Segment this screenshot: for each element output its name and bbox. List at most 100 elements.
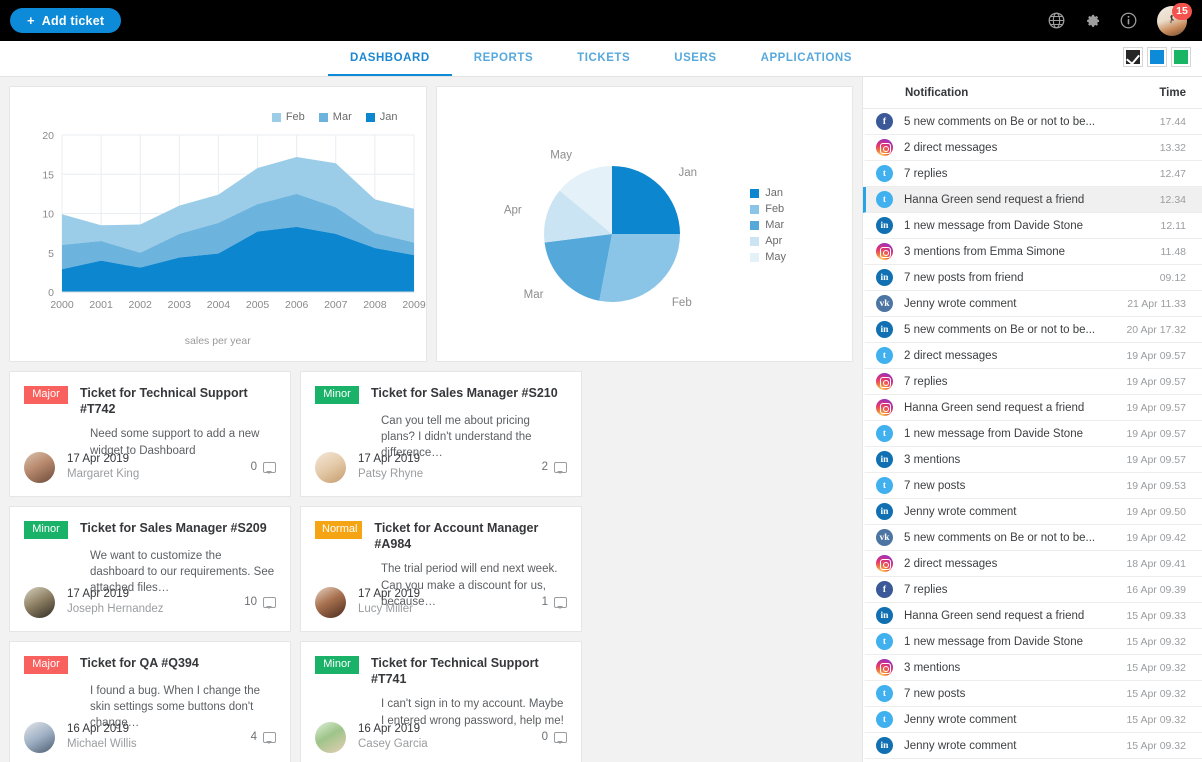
notification-row[interactable]: f7 replies16 Apr 09.39 [863,577,1202,603]
nav-tab-reports[interactable]: REPORTS [452,41,555,76]
notification-row[interactable]: in7 new posts from friend09.12 [863,265,1202,291]
ticket-author: Patsy Rhyne [358,467,423,483]
nav-tab-dashboard[interactable]: DASHBOARD [328,41,452,76]
ticket-author: Casey Garcia [358,737,428,753]
ticket-card[interactable]: MinorTicket for Technical Support #T741I… [300,641,582,762]
notification-row[interactable]: t2 direct messages19 Apr 09.57 [863,343,1202,369]
avatar[interactable]: 15 [1157,6,1187,36]
pie-legend-item-feb[interactable]: Feb [750,201,786,217]
notification-row[interactable]: t7 new posts19 Apr 09.53 [863,473,1202,499]
ticket-footer: 16 Apr 2019Michael Willis4 [24,722,276,753]
ticket-title[interactable]: Ticket for Account Manager #A984 [374,520,567,552]
ticket-header: MinorTicket for Sales Manager #S209 [24,520,276,539]
ticket-comment-count[interactable]: 10 [244,596,276,608]
gear-icon[interactable] [1083,11,1102,30]
twitter-icon: t [876,711,893,728]
ticket-author: Lucy Miller [358,602,420,618]
ticket-comment-count[interactable]: 0 [251,461,276,473]
pie-legend-item-apr[interactable]: Apr [750,233,786,249]
nav-tab-tickets[interactable]: TICKETS [555,41,652,76]
notification-row[interactable]: t1 new message from Davide Stone19 Apr 0… [863,421,1202,447]
pie-legend-item-may[interactable]: May [750,249,786,265]
notification-row[interactable]: inJenny wrote comment19 Apr 09.50 [863,499,1202,525]
twitter-icon: t [876,347,893,364]
ticket-card[interactable]: NormalTicket for Account Manager #A984Th… [300,506,582,632]
pie-legend-item-jan[interactable]: Jan [750,185,786,201]
ticket-comment-count[interactable]: 2 [542,461,567,473]
ticket-card[interactable]: MinorTicket for Sales Manager #S209We wa… [9,506,291,632]
notification-row[interactable]: f5 new comments on Be or not to be...17.… [863,109,1202,135]
pie-chart-legend: JanFebMarAprMay [750,185,786,265]
notification-time: 15 Apr 09.32 [1116,636,1186,648]
add-ticket-label: Add ticket [42,14,104,28]
ticket-comment-count[interactable]: 4 [251,731,276,743]
notification-row[interactable]: tHanna Green send request a friend12.34 [863,187,1202,213]
facebook-icon: f [876,581,893,598]
notification-row[interactable]: t7 new posts15 Apr 09.32 [863,681,1202,707]
notification-row[interactable]: vk5 new comments on Be or not to be...19… [863,525,1202,551]
notification-text: 7 replies [904,168,947,180]
nav-tab-users[interactable]: USERS [652,41,738,76]
vk-icon: vk [876,295,893,312]
notification-row[interactable]: Hanna Green send request a friend19 Apr … [863,395,1202,421]
notification-row[interactable]: inJenny wrote comment15 Apr 09.32 [863,733,1202,759]
notification-row[interactable]: 2 direct messages13.32 [863,135,1202,161]
ticket-meta: 17 Apr 2019Joseph Hernandez [67,587,164,618]
notification-text: 7 replies [904,584,947,596]
ticket-meta: 17 Apr 2019Lucy Miller [358,587,420,618]
linkedin-icon: in [876,451,893,468]
svg-text:20: 20 [42,130,54,142]
twitter-icon: t [876,165,893,182]
notification-time: 12.11 [1151,220,1187,232]
notification-row[interactable]: 7 replies19 Apr 09.57 [863,369,1202,395]
ticket-title[interactable]: Ticket for Technical Support #T742 [80,385,276,417]
ticket-title[interactable]: Ticket for Sales Manager #S210 [371,385,558,402]
add-ticket-button[interactable]: + Add ticket [10,8,121,33]
notification-row[interactable]: 2 direct messages18 Apr 09.41 [863,551,1202,577]
info-icon[interactable] [1119,11,1138,30]
ticket-comment-count[interactable]: 0 [542,731,567,743]
globe-icon[interactable] [1047,11,1066,30]
notification-row[interactable]: 3 mentions15 Apr 09.32 [863,655,1202,681]
page-body: FebMarJan 051015202000200120022003200420… [0,77,1202,762]
pie-legend-item-mar[interactable]: Mar [750,217,786,233]
notification-time: 19 Apr 09.57 [1116,376,1186,388]
notification-row[interactable]: t1 new message from Davide Stone15 Apr 0… [863,629,1202,655]
notification-row[interactable]: vkJenny wrote comment21 Apr 11.33 [863,291,1202,317]
notification-text: 7 new posts [904,480,965,492]
notification-row[interactable]: in5 new comments on Be or not to be...20… [863,317,1202,343]
notification-text: 3 mentions [904,662,960,674]
theme-black[interactable] [1124,48,1142,66]
ticket-card[interactable]: MajorTicket for QA #Q394I found a bug. W… [9,641,291,762]
notification-row[interactable]: inHanna Green send request a friend15 Ap… [863,603,1202,629]
notification-text: 7 new posts [904,688,965,700]
ticket-header: MinorTicket for Technical Support #T741 [315,655,567,687]
ticket-title[interactable]: Ticket for QA #Q394 [80,655,199,672]
comment-bubble-icon [263,462,276,473]
twitter-icon: t [876,425,893,442]
notification-row[interactable]: 3 mentions from Emma Simone11.48 [863,239,1202,265]
theme-green[interactable] [1172,48,1190,66]
ticket-title[interactable]: Ticket for Technical Support #T741 [371,655,567,687]
notification-row[interactable]: t7 replies12.47 [863,161,1202,187]
comment-bubble-icon [554,732,567,743]
ticket-comment-count[interactable]: 1 [542,596,567,608]
notification-time: 09.12 [1150,272,1186,284]
ticket-card[interactable]: MajorTicket for Technical Support #T742N… [9,371,291,497]
notification-time: 20 Apr 17.32 [1116,324,1186,336]
twitter-icon: t [876,633,893,650]
svg-text:10: 10 [42,209,54,221]
ticket-card[interactable]: MinorTicket for Sales Manager #S210Can y… [300,371,582,497]
notification-panel: Notification Time f5 new comments on Be … [862,77,1202,762]
notification-row[interactable]: in1 new message from Davide Stone12.11 [863,213,1202,239]
instagram-icon [876,659,893,676]
notification-text: 2 direct messages [904,142,997,154]
svg-text:0: 0 [48,287,54,299]
nav-tab-applications[interactable]: APPLICATIONS [739,41,874,76]
theme-blue[interactable] [1148,48,1166,66]
notification-list[interactable]: f5 new comments on Be or not to be...17.… [863,109,1202,761]
instagram-icon [876,139,893,156]
ticket-title[interactable]: Ticket for Sales Manager #S209 [80,520,267,537]
notification-row[interactable]: tJenny wrote comment15 Apr 09.32 [863,707,1202,733]
notification-row[interactable]: in3 mentions19 Apr 09.57 [863,447,1202,473]
